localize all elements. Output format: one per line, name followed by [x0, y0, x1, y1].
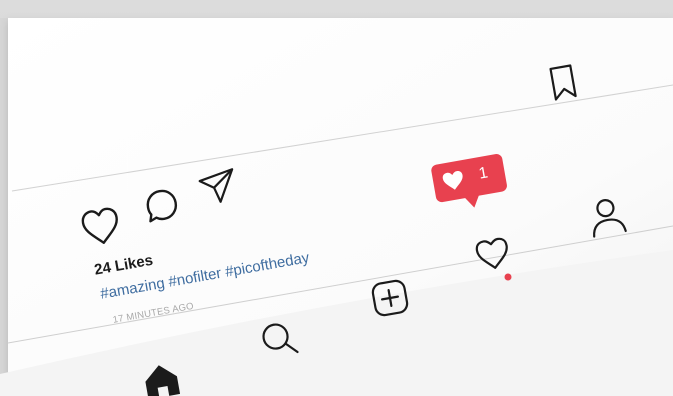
like-heart-icon[interactable]: [78, 206, 124, 248]
nav-search-icon[interactable]: [256, 316, 302, 362]
notification-bubble: [431, 154, 507, 208]
scene-background: 24 Likes #amazing #nofilter #picoftheday…: [0, 0, 673, 396]
nav-activity-heart-icon[interactable]: [471, 233, 515, 277]
likes-notification-badge[interactable]: 1: [430, 153, 510, 213]
comment-bubble-icon[interactable]: [142, 186, 182, 226]
activity-indicator-dot: [504, 273, 512, 281]
share-paper-plane-icon[interactable]: [196, 166, 240, 208]
nav-new-post-icon[interactable]: [368, 276, 412, 320]
nav-profile-icon[interactable]: [584, 193, 630, 241]
nav-home-icon[interactable]: [139, 357, 183, 396]
save-bookmark-icon[interactable]: [544, 60, 582, 104]
instagram-post-paper: 24 Likes #amazing #nofilter #picoftheday…: [0, 0, 673, 396]
